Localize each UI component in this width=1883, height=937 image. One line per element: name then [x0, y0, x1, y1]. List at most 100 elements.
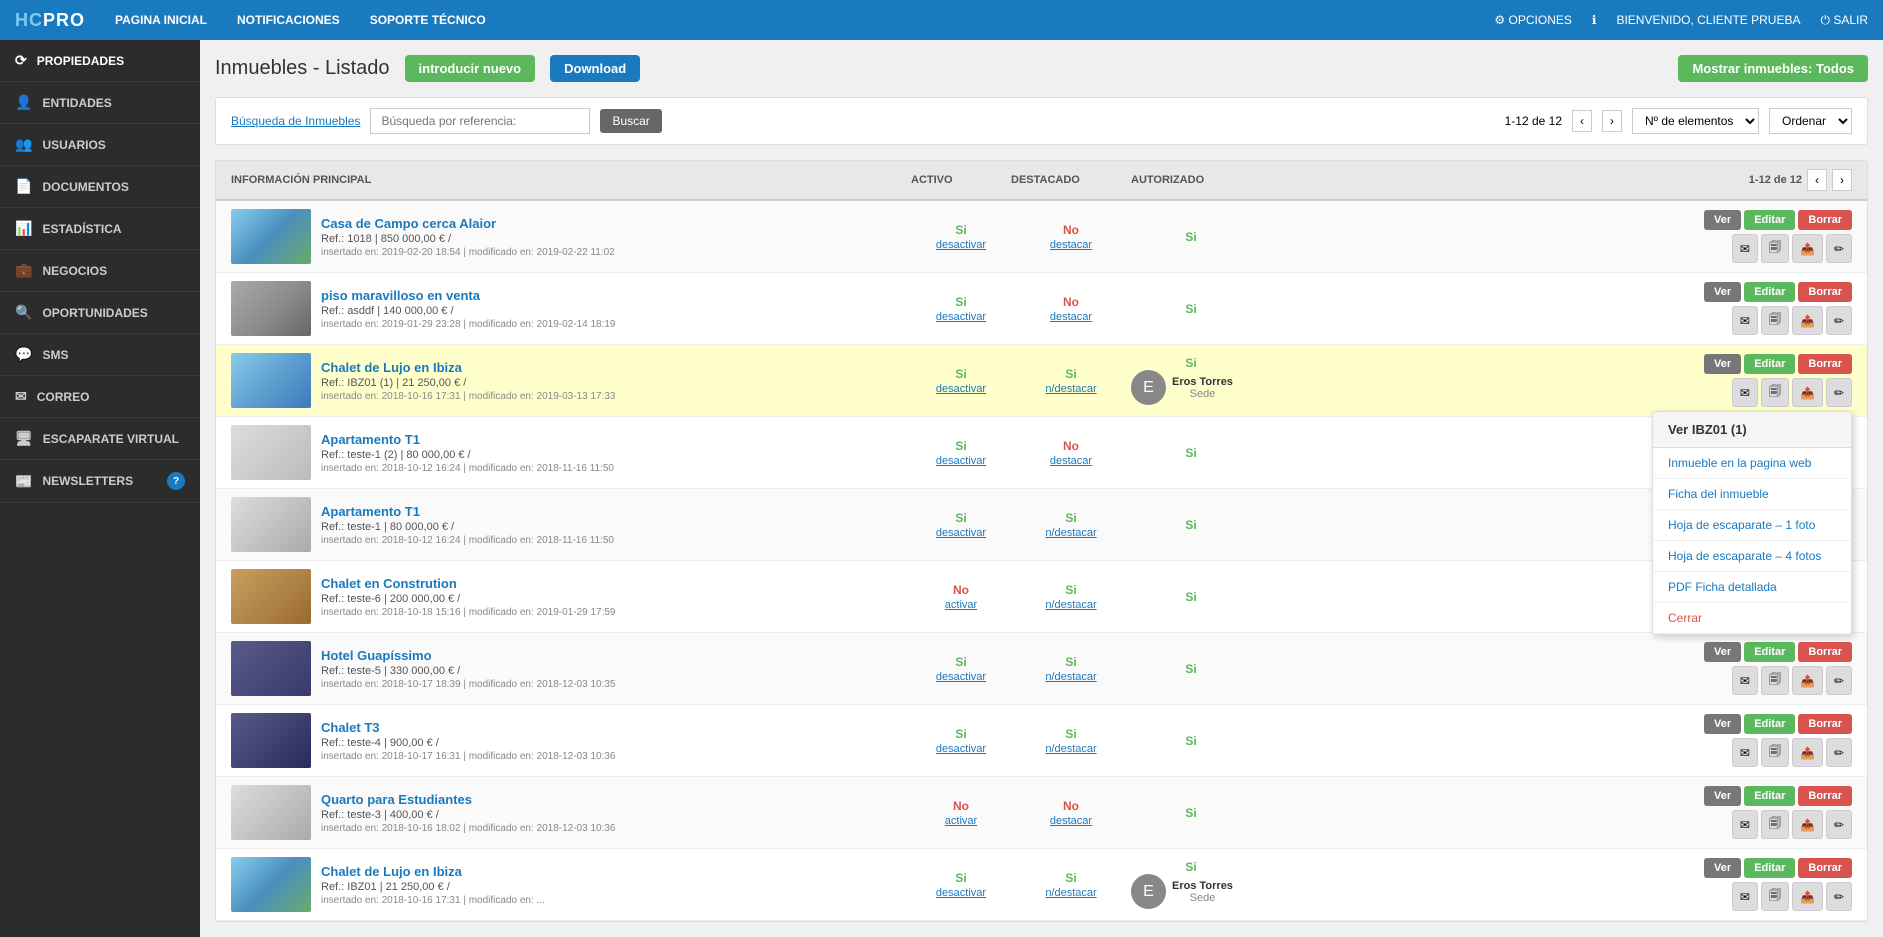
activo-link[interactable]: desactivar [911, 383, 1011, 395]
activo-link[interactable]: desactivar [911, 671, 1011, 683]
share-button[interactable]: 📤 [1792, 378, 1823, 407]
options-button[interactable]: ⚙ OPCIONES [1494, 13, 1571, 27]
prop-name[interactable]: Chalet T3 [321, 720, 380, 735]
activo-link[interactable]: desactivar [911, 887, 1011, 899]
prop-name[interactable]: Casa de Campo cerca Alaior [321, 216, 496, 231]
edit-icon-button[interactable]: ✏ [1826, 234, 1852, 263]
introducir-nuevo-button[interactable]: introducir nuevo [405, 55, 536, 82]
borrar-button[interactable]: Borrar [1798, 210, 1852, 230]
edit-icon-button[interactable]: ✏ [1826, 378, 1852, 407]
prop-name[interactable]: Apartamento T1 [321, 504, 420, 519]
share-button[interactable]: 📤 [1792, 738, 1823, 767]
copy-button[interactable]: 🗐 [1761, 738, 1789, 767]
borrar-button[interactable]: Borrar [1798, 642, 1852, 662]
search-button[interactable]: Buscar [600, 109, 661, 133]
share-button[interactable]: 📤 [1792, 882, 1823, 911]
sidebar-item-correo[interactable]: ✉ CORREO [0, 376, 200, 418]
prev-page-button[interactable]: ‹ [1572, 110, 1592, 132]
editar-button[interactable]: Editar [1744, 858, 1795, 878]
destacado-link[interactable]: destacar [1011, 311, 1131, 323]
prop-name[interactable]: piso maravilloso en venta [321, 288, 480, 303]
sidebar-item-oportunidades[interactable]: 🔍 OPORTUNIDADES [0, 292, 200, 334]
show-all-button[interactable]: Mostrar inmuebles: Todos [1678, 55, 1868, 82]
busqueda-link[interactable]: Búsqueda de Inmuebles [231, 114, 360, 128]
elements-per-page-select[interactable]: Nº de elementos [1632, 108, 1759, 134]
ver-button[interactable]: Ver [1704, 282, 1741, 302]
activo-link[interactable]: desactivar [911, 455, 1011, 467]
editar-button[interactable]: Editar [1744, 642, 1795, 662]
editar-button[interactable]: Editar [1744, 714, 1795, 734]
sidebar-item-newsletters[interactable]: 📰 NEWSLETTERS ? [0, 460, 200, 503]
editar-button[interactable]: Editar [1744, 354, 1795, 374]
destacado-link[interactable]: n/destacar [1011, 527, 1131, 539]
copy-button[interactable]: 🗐 [1761, 306, 1789, 335]
destacado-link[interactable]: destacar [1011, 239, 1131, 251]
sidebar-item-usuarios[interactable]: 👥 USUARIOS [0, 124, 200, 166]
copy-button[interactable]: 🗐 [1761, 810, 1789, 839]
email-button[interactable]: ✉ [1732, 810, 1758, 839]
ver-button[interactable]: Ver [1704, 354, 1741, 374]
sidebar-item-estadistica[interactable]: 📊 ESTADÍSTICA [0, 208, 200, 250]
prop-name[interactable]: Quarto para Estudiantes [321, 792, 472, 807]
download-button[interactable]: Download [550, 55, 640, 82]
table-next-button[interactable]: › [1832, 169, 1852, 191]
edit-icon-button[interactable]: ✏ [1826, 666, 1852, 695]
prop-name[interactable]: Apartamento T1 [321, 432, 420, 447]
email-button[interactable]: ✉ [1732, 738, 1758, 767]
dropdown-item-close[interactable]: Cerrar [1653, 603, 1851, 634]
edit-icon-button[interactable]: ✏ [1826, 738, 1852, 767]
next-page-button[interactable]: › [1602, 110, 1622, 132]
sidebar-item-sms[interactable]: 💬 SMS [0, 334, 200, 376]
borrar-button[interactable]: Borrar [1798, 714, 1852, 734]
edit-icon-button[interactable]: ✏ [1826, 882, 1852, 911]
destacado-link[interactable]: n/destacar [1011, 743, 1131, 755]
activo-link[interactable]: desactivar [911, 239, 1011, 251]
sidebar-item-propiedades[interactable]: ⟳ PROPIEDADES [0, 40, 200, 82]
dropdown-item-hoja4[interactable]: Hoja de escaparate – 4 fotos [1653, 541, 1851, 572]
activo-link[interactable]: activar [911, 599, 1011, 611]
borrar-button[interactable]: Borrar [1798, 786, 1852, 806]
sidebar-item-negocios[interactable]: 💼 NEGOCIOS [0, 250, 200, 292]
dropdown-item-hoja1[interactable]: Hoja de escaparate – 1 foto [1653, 510, 1851, 541]
prop-name[interactable]: Hotel Guapíssimo [321, 648, 432, 663]
borrar-button[interactable]: Borrar [1798, 282, 1852, 302]
destacado-link[interactable]: n/destacar [1011, 887, 1131, 899]
email-button[interactable]: ✉ [1732, 306, 1758, 335]
copy-button[interactable]: 🗐 [1761, 882, 1789, 911]
editar-button[interactable]: Editar [1744, 210, 1795, 230]
prop-name[interactable]: Chalet de Lujo en Ibiza [321, 864, 462, 879]
ver-button[interactable]: Ver [1704, 858, 1741, 878]
sidebar-item-escaparate[interactable]: 🖥 ESCAPARATE VIRTUAL [0, 418, 200, 460]
share-button[interactable]: 📤 [1792, 666, 1823, 695]
search-input[interactable] [370, 108, 590, 134]
nav-link-notifications[interactable]: NOTIFICACIONES [237, 13, 340, 27]
email-button[interactable]: ✉ [1732, 234, 1758, 263]
dropdown-item-pdf[interactable]: PDF Ficha detallada [1653, 572, 1851, 603]
sidebar-item-documentos[interactable]: 📄 DOCUMENTOS [0, 166, 200, 208]
table-prev-button[interactable]: ‹ [1807, 169, 1827, 191]
share-button[interactable]: 📤 [1792, 306, 1823, 335]
destacado-link[interactable]: n/destacar [1011, 383, 1131, 395]
activo-link[interactable]: desactivar [911, 311, 1011, 323]
email-button[interactable]: ✉ [1732, 378, 1758, 407]
edit-icon-button[interactable]: ✏ [1826, 810, 1852, 839]
email-button[interactable]: ✉ [1732, 666, 1758, 695]
destacado-link[interactable]: n/destacar [1011, 671, 1131, 683]
share-button[interactable]: 📤 [1792, 234, 1823, 263]
borrar-button[interactable]: Borrar [1798, 354, 1852, 374]
email-button[interactable]: ✉ [1732, 882, 1758, 911]
dropdown-item-web[interactable]: Inmueble en la pagina web [1653, 448, 1851, 479]
ver-button[interactable]: Ver [1704, 210, 1741, 230]
ver-button[interactable]: Ver [1704, 714, 1741, 734]
activo-link[interactable]: activar [911, 815, 1011, 827]
edit-icon-button[interactable]: ✏ [1826, 306, 1852, 335]
editar-button[interactable]: Editar [1744, 786, 1795, 806]
share-button[interactable]: 📤 [1792, 810, 1823, 839]
logout-button[interactable]: ⏻ SALIR [1820, 13, 1868, 28]
dropdown-item-ficha[interactable]: Ficha del inmueble [1653, 479, 1851, 510]
order-select[interactable]: Ordenar [1769, 108, 1852, 134]
borrar-button[interactable]: Borrar [1798, 858, 1852, 878]
destacado-link[interactable]: destacar [1011, 455, 1131, 467]
activo-link[interactable]: desactivar [911, 743, 1011, 755]
copy-button[interactable]: 🗐 [1761, 378, 1789, 407]
